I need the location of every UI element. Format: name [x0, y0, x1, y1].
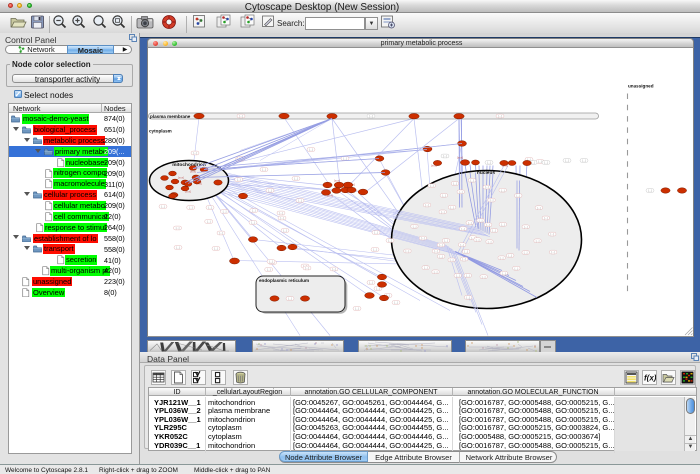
svg-text:[...]: [...] [421, 236, 425, 240]
svg-text:[...]: [...] [355, 306, 359, 310]
svg-text:[...]: [...] [450, 258, 454, 262]
svg-text:[...]: [...] [374, 230, 378, 234]
svg-text:[...]: [...] [450, 205, 454, 209]
svg-text:[...]: [...] [189, 205, 193, 209]
svg-text:[...]: [...] [394, 300, 398, 304]
svg-text:[...]: [...] [466, 295, 470, 299]
svg-text:[...]: [...] [219, 231, 223, 235]
svg-text:[...]: [...] [537, 205, 541, 209]
svg-text:[...]: [...] [459, 189, 463, 193]
svg-text:[...]: [...] [332, 267, 336, 271]
svg-text:[...]: [...] [252, 208, 256, 212]
svg-text:[...]: [...] [388, 238, 392, 242]
svg-text:[...]: [...] [267, 267, 271, 271]
svg-text:[...]: [...] [531, 160, 535, 164]
svg-text:[...]: [...] [551, 250, 555, 254]
svg-text:[...]: [...] [501, 188, 505, 192]
svg-text:[...]: [...] [239, 114, 243, 118]
svg-text:[...]: [...] [237, 177, 241, 181]
svg-text:[...]: [...] [434, 249, 438, 253]
svg-text:[...]: [...] [251, 220, 255, 224]
svg-text:[...]: [...] [434, 269, 438, 273]
svg-text:[...]: [...] [544, 216, 548, 220]
svg-text:[...]: [...] [298, 198, 302, 202]
svg-text:[...]: [...] [214, 246, 218, 250]
svg-text:[...]: [...] [466, 273, 470, 277]
svg-text:[...]: [...] [268, 188, 272, 192]
svg-text:[...]: [...] [442, 193, 446, 197]
svg-text:[...]: [...] [443, 154, 447, 158]
svg-text:[...]: [...] [479, 218, 483, 222]
svg-text:[...]: [...] [488, 239, 492, 243]
svg-text:[...]: [...] [193, 151, 197, 155]
svg-text:[...]: [...] [207, 219, 211, 223]
svg-text:[...]: [...] [208, 205, 212, 209]
svg-text:[...]: [...] [485, 185, 489, 189]
svg-text:f(x): f(x) [644, 374, 656, 383]
svg-text:[...]: [...] [441, 210, 445, 214]
svg-text:[...]: [...] [425, 203, 429, 207]
svg-text:[...]: [...] [492, 228, 496, 232]
svg-text:[...]: [...] [501, 222, 505, 226]
svg-text:[...]: [...] [544, 160, 548, 164]
svg-text:[...]: [...] [369, 114, 373, 118]
svg-text:cytoplasm: cytoplasm [149, 128, 172, 133]
svg-text:[...]: [...] [439, 254, 443, 258]
svg-text:[...]: [...] [498, 114, 502, 118]
svg-text:[...]: [...] [486, 222, 490, 226]
svg-text:[...]: [...] [482, 274, 486, 278]
svg-text:[...]: [...] [223, 209, 227, 213]
svg-text:[...]: [...] [464, 249, 468, 253]
svg-text:[...]: [...] [283, 228, 287, 232]
svg-text:[...]: [...] [461, 226, 465, 230]
svg-text:[xxx]: [xxx] [178, 175, 184, 179]
svg-text:[...]: [...] [424, 265, 428, 269]
svg-text:endoplasmic reticulum: endoplasmic reticulum [259, 278, 309, 283]
svg-text:[...]: [...] [288, 296, 292, 300]
svg-text:[...]: [...] [550, 232, 554, 236]
svg-text:[...]: [...] [294, 176, 298, 180]
svg-text:[...]: [...] [280, 216, 284, 220]
svg-text:[...]: [...] [309, 147, 313, 151]
svg-text:[...]: [...] [460, 242, 464, 246]
svg-text:[...]: [...] [500, 255, 504, 259]
svg-text:[xxx]: [xxx] [457, 155, 463, 159]
svg-text:[...]: [...] [413, 224, 417, 228]
svg-text:[...]: [...] [456, 273, 460, 277]
svg-text:[...]: [...] [538, 159, 542, 163]
svg-text:[...]: [...] [406, 249, 410, 253]
svg-text:[...]: [...] [305, 266, 309, 270]
svg-text:[...]: [...] [524, 250, 528, 254]
svg-text:[...]: [...] [176, 245, 180, 249]
svg-text:[...]: [...] [439, 243, 443, 247]
svg-text:[...]: [...] [161, 204, 165, 208]
svg-text:[...]: [...] [468, 220, 472, 224]
svg-text:[...]: [...] [262, 167, 266, 171]
svg-text:plasma membrane: plasma membrane [150, 114, 191, 119]
svg-text:[...]: [...] [369, 280, 373, 284]
svg-text:[...]: [...] [648, 188, 652, 192]
svg-text:[...]: [...] [269, 259, 273, 263]
svg-text:unassigned: unassigned [628, 83, 654, 88]
svg-text:[...]: [...] [515, 266, 519, 270]
svg-text:[...]: [...] [470, 178, 474, 182]
svg-text:[...]: [...] [490, 198, 494, 202]
svg-text:[...]: [...] [508, 253, 512, 257]
svg-text:[...]: [...] [279, 211, 283, 215]
svg-text:[...]: [...] [430, 183, 434, 187]
svg-text:[...]: [...] [462, 257, 466, 261]
svg-text:[...]: [...] [565, 158, 569, 162]
svg-text:[...]: [...] [524, 224, 528, 228]
svg-text:[...]: [...] [476, 237, 480, 241]
svg-text:[...]: [...] [444, 238, 448, 242]
svg-text:[...]: [...] [516, 193, 520, 197]
svg-text:[...]: [...] [343, 156, 347, 160]
svg-text:[...]: [...] [176, 226, 180, 230]
svg-text:[...]: [...] [453, 181, 457, 185]
svg-text:[...]: [...] [536, 238, 540, 242]
svg-text:[...]: [...] [487, 160, 491, 164]
svg-text:[...]: [...] [582, 158, 586, 162]
svg-text:[...]: [...] [502, 271, 506, 275]
svg-text:[...]: [...] [373, 247, 377, 251]
